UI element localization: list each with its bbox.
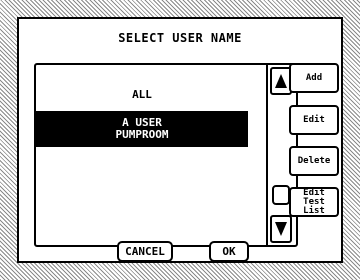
delete-button[interactable]: Delete bbox=[289, 146, 339, 176]
ok-button[interactable]: OK bbox=[209, 241, 249, 262]
up-triangle-icon bbox=[275, 74, 287, 88]
select-user-dialog: SELECT USER NAME ALL A USER PUMPROOM Add… bbox=[17, 17, 343, 263]
edit-button[interactable]: Edit bbox=[289, 105, 339, 135]
down-triangle-icon bbox=[275, 222, 287, 236]
add-button[interactable]: Add bbox=[289, 63, 339, 93]
list-item-label: ALL bbox=[132, 88, 152, 101]
dialog-title: SELECT USER NAME bbox=[118, 31, 242, 45]
user-list[interactable]: ALL A USER PUMPROOM bbox=[34, 63, 298, 247]
edit-test-list-button[interactable]: Edit Test List bbox=[289, 187, 339, 217]
scroll-thumb[interactable] bbox=[272, 185, 290, 205]
scroll-down-button[interactable] bbox=[270, 215, 292, 243]
edit-test-list-line-3: List bbox=[303, 205, 325, 216]
cancel-button[interactable]: CANCEL bbox=[117, 241, 173, 262]
list-item-line-2: PUMPROOM bbox=[115, 128, 169, 141]
list-item-all[interactable]: ALL bbox=[36, 89, 248, 101]
list-item-selected-user[interactable]: A USER PUMPROOM bbox=[36, 111, 248, 147]
